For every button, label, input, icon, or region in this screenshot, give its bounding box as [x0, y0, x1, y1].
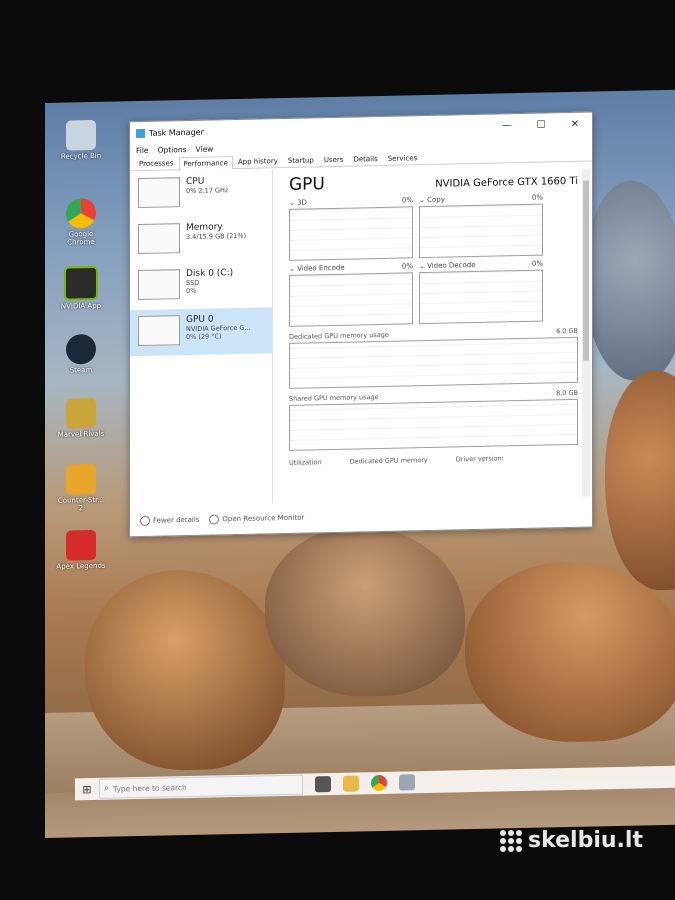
graph-3d-dropdown[interactable]: ⌄ 3D	[289, 199, 307, 207]
gpu-stats: Utilization Dedicated GPU memory Driver …	[289, 453, 578, 467]
fewer-details-button[interactable]: Fewer details	[140, 515, 199, 527]
graph-3d-plot	[289, 206, 413, 261]
chrome-icon	[66, 197, 96, 229]
gpu-mini-graph	[138, 315, 180, 347]
desktop-icon-chrome[interactable]: Google Chrome	[55, 197, 107, 247]
menu-options[interactable]: Options	[158, 145, 187, 155]
background-rock	[605, 368, 675, 592]
graph-copy: ⌄ Copy 0%	[419, 194, 543, 259]
graph-video-decode: ⌄ Video Decode 0%	[419, 260, 543, 325]
counter-strike-icon	[66, 463, 96, 495]
tab-startup[interactable]: Startup	[283, 153, 319, 167]
desktop-icon-nvidia[interactable]: NVIDIA App	[55, 265, 107, 311]
window-title: Task Manager	[149, 127, 204, 138]
graph-value: 0%	[531, 259, 543, 268]
task-manager-taskbar-icon[interactable]	[399, 774, 415, 791]
graph-value: 0%	[531, 193, 543, 202]
disk-mini-graph	[138, 269, 180, 301]
graph-video-decode-dropdown[interactable]: ⌄ Video Decode	[419, 261, 476, 270]
tab-app-history[interactable]: App history	[233, 154, 283, 168]
dedicated-memory-label: Dedicated GPU memory usage	[289, 330, 389, 341]
taskbar-search[interactable]: ⌕ Type here to search	[99, 774, 303, 799]
graph-video-encode-dropdown[interactable]: ⌄ Video Encode	[289, 264, 345, 273]
scrollbar[interactable]	[582, 168, 590, 497]
resource-detail: 0% 2.17 GHz	[186, 186, 229, 196]
stat-dedicated-memory: Dedicated GPU memory	[349, 455, 428, 466]
memory-mini-graph	[138, 223, 180, 255]
maximize-button[interactable]: ☐	[524, 119, 558, 131]
minimize-button[interactable]: —	[490, 119, 524, 131]
stat-driver-version: Driver version:	[455, 454, 504, 464]
tab-details[interactable]: Details	[348, 152, 382, 166]
graph-3d: ⌄ 3D 0%	[289, 196, 413, 261]
task-view-icon[interactable]	[315, 776, 331, 793]
cpu-mini-graph	[138, 177, 180, 209]
chrome-taskbar-icon[interactable]	[371, 774, 387, 792]
tab-users[interactable]: Users	[319, 153, 349, 167]
stat-utilization: Utilization	[289, 458, 322, 467]
resource-disk[interactable]: Disk 0 (C:) SSD 0%	[130, 261, 272, 310]
resource-gpu[interactable]: GPU 0 NVIDIA GeForce G... 0% (29 °C)	[130, 307, 272, 357]
steam-icon	[66, 333, 96, 365]
tab-services[interactable]: Services	[383, 151, 423, 165]
background-rock	[265, 524, 465, 699]
desktop-icon-steam[interactable]: Steam	[55, 333, 107, 375]
apex-icon	[66, 529, 96, 561]
search-placeholder: Type here to search	[113, 782, 187, 794]
dedicated-memory-graph	[289, 336, 578, 389]
dedicated-memory-value: 6.0 GB	[556, 326, 578, 336]
task-manager-icon	[136, 128, 145, 138]
resource-monitor-icon	[209, 514, 220, 525]
scrollbar-thumb[interactable]	[583, 180, 589, 361]
background-rock	[465, 559, 675, 745]
menu-view[interactable]: View	[196, 144, 214, 153]
tab-performance[interactable]: Performance	[178, 156, 233, 171]
shared-memory-label: Shared GPU memory usage	[289, 393, 379, 403]
gpu-title: GPU	[289, 174, 325, 195]
recycle-bin-icon	[66, 119, 96, 151]
open-resource-monitor-link[interactable]: Open Resource Monitor	[209, 513, 304, 525]
resource-detail: 3.4/15.9 GB (21%)	[186, 231, 247, 242]
search-icon: ⌕	[104, 783, 110, 794]
graph-video-decode-plot	[419, 269, 543, 325]
nvidia-icon	[64, 265, 98, 301]
tab-processes[interactable]: Processes	[134, 156, 179, 170]
graph-copy-plot	[419, 203, 543, 259]
background-rock	[85, 567, 285, 773]
watermark: skelbiu.lt	[500, 828, 643, 853]
desktop-icon-counter-strike[interactable]: Counter-Str... 2	[55, 463, 107, 513]
desktop-icon-marvel-rivals[interactable]: Marvel Rivals	[55, 397, 107, 439]
graph-copy-dropdown[interactable]: ⌄ Copy	[419, 196, 445, 205]
desktop-icon-recycle-bin[interactable]: Recycle Bin	[55, 119, 107, 161]
resource-usage: 0%	[186, 286, 197, 296]
watermark-logo-icon	[500, 829, 522, 852]
background-rock	[585, 179, 675, 382]
windows-icon: ⊞	[82, 782, 92, 796]
desktop-icon-apex[interactable]: Apex Legends	[55, 529, 107, 571]
shared-memory-value: 8.0 GB	[556, 388, 578, 398]
gpu-detail-pane: GPU NVIDIA GeForce GTX 1660 Ti ⌄ 3D 0% ⌄ …	[273, 163, 592, 504]
task-manager-window: Task Manager — ☐ ✕ File Options View Pro…	[129, 111, 593, 538]
shared-memory-graph	[289, 398, 578, 451]
resource-memory[interactable]: Memory 3.4/15.9 GB (21%)	[130, 215, 272, 264]
graph-video-encode-plot	[289, 272, 413, 327]
graph-value: 0%	[401, 196, 413, 205]
watermark-text: skelbiu.lt	[528, 828, 643, 853]
marvel-rivals-icon	[66, 397, 96, 429]
file-explorer-icon[interactable]	[343, 775, 359, 792]
resource-cpu[interactable]: CPU 0% 2.17 GHz	[130, 169, 272, 218]
resource-list: CPU 0% 2.17 GHz Memory 3.4/15.9 GB (21%)…	[130, 169, 273, 507]
close-button[interactable]: ✕	[558, 118, 592, 130]
graph-value: 0%	[401, 262, 413, 271]
chevron-up-icon	[140, 515, 150, 527]
monitor-screen: Recycle Bin Google Chrome NVIDIA App Ste…	[45, 89, 675, 838]
resource-usage: 0% (29 °C)	[186, 332, 222, 342]
gpu-model: NVIDIA GeForce GTX 1660 Ti	[435, 175, 578, 190]
resource-name: Disk 0 (C:)	[186, 268, 234, 280]
start-button[interactable]: ⊞	[75, 778, 99, 801]
menu-file[interactable]: File	[136, 145, 149, 154]
graph-video-encode: ⌄ Video Encode 0%	[289, 262, 413, 327]
